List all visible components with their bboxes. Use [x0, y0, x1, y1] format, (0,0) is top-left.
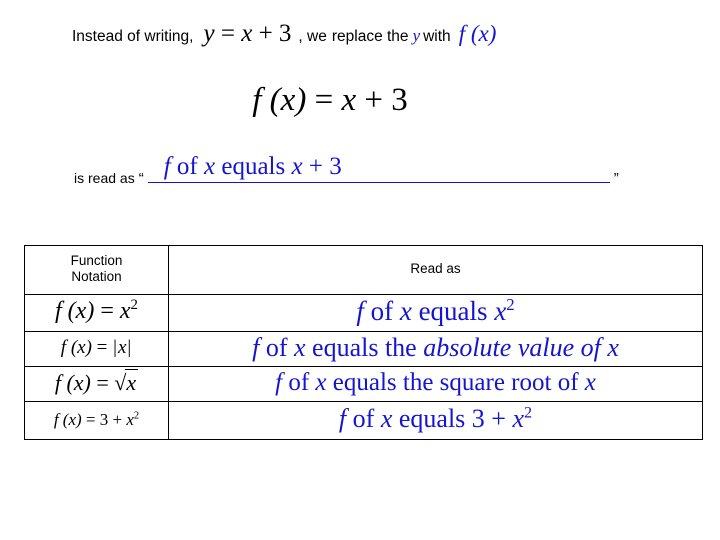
- display-equation-expression: f (x) = x + 3: [252, 82, 407, 118]
- row2-notation-lhs: f (x): [60, 337, 92, 359]
- row4-read-as: f of x equals 3 + x2: [168, 400, 703, 440]
- intro-replaced-symbol: y: [412, 26, 421, 45]
- row2-read-of: of: [265, 332, 288, 362]
- row1-notation-relation: =: [100, 298, 114, 325]
- table-row: f (x) = 3 + x2 f of x equals 3 + x2: [24, 400, 703, 440]
- display-eq-relation: =: [314, 82, 334, 118]
- row4-read-tail-base: x: [512, 403, 525, 433]
- answer-prefix: f: [163, 153, 171, 180]
- row1-read-tail-exponent: 2: [506, 294, 515, 314]
- row3-read-of: of: [288, 368, 310, 396]
- row1-read-tail-base: x: [494, 295, 507, 326]
- intro-equation-y: y = x + 3: [203, 20, 291, 48]
- row1-notation-exponent: 2: [130, 297, 138, 314]
- row2-read-as: f of x equals the absolute value of x: [168, 330, 703, 367]
- row1-read-as: f of x equals x2: [168, 293, 703, 332]
- row4-notation-base: x: [126, 409, 134, 429]
- read-as-prompt: is read as: [74, 170, 135, 186]
- opening-quote-mark: “: [138, 170, 144, 187]
- row4-read-of: of: [352, 403, 375, 433]
- intro-with-text: with: [423, 28, 451, 45]
- row2-notation-relation: =: [96, 337, 108, 359]
- answer-equals-word: equals: [221, 153, 286, 180]
- row4-notation: f (x) = 3 + x2: [24, 400, 169, 440]
- row1-read-equals: equals: [418, 295, 488, 326]
- answer-var: x: [203, 153, 216, 180]
- header-read-as: Read as: [168, 245, 703, 295]
- row3-notation: f (x) = √x: [24, 365, 169, 402]
- answer-rhs-number: 3: [329, 153, 342, 180]
- row2-read-tail-var: x: [607, 332, 619, 362]
- answer-of: of: [176, 153, 198, 180]
- row1-notation: f (x) = x2: [24, 293, 169, 332]
- row3-read-tail-var: x: [584, 368, 596, 396]
- row3-notation-relation: =: [96, 369, 109, 395]
- function-notation-table: Function Notation Read as f (x) = x2 f o…: [24, 245, 703, 440]
- fill-in-blank-answer: f of x equals x + 3: [164, 153, 342, 181]
- closing-quote-mark: ”: [613, 170, 619, 187]
- abs-bar-right: |: [127, 337, 132, 359]
- display-eq-lhs: f (x): [252, 82, 307, 118]
- intro-eq-operator: +: [258, 20, 273, 47]
- row3-read-the: the: [402, 368, 434, 396]
- row3-radicand: x: [125, 368, 139, 395]
- table-header-row: Function Notation Read as: [24, 245, 703, 295]
- row4-read-number: 3: [471, 403, 485, 433]
- row2-notation: f (x) = |x|: [24, 330, 169, 367]
- row1-read-of: of: [370, 295, 394, 326]
- intro-middle-text: replace the: [331, 28, 409, 45]
- row4-notation-relation: =: [85, 409, 96, 429]
- row3-read-phrase: square root of: [439, 368, 579, 396]
- row2-read-emphasis: absolute value of: [423, 332, 601, 362]
- row4-notation-operator: +: [112, 409, 123, 429]
- fill-in-blank[interactable]: f of x equals x + 3: [147, 152, 610, 183]
- header-notation-line1: Function: [70, 253, 123, 268]
- row3-read-as: f of x equals the square root of x: [168, 365, 703, 402]
- display-eq-rhs-number: 3: [391, 82, 408, 118]
- answer-rhs-var: x: [291, 153, 303, 180]
- intro-comma-text: , we: [298, 28, 327, 45]
- row3-read-equals: equals: [332, 368, 397, 396]
- row4-read-equals: equals: [398, 403, 466, 433]
- row3-read-var: x: [315, 368, 327, 396]
- row4-read-var: x: [380, 403, 393, 433]
- row2-read-the: the: [384, 332, 417, 362]
- answer-operator: +: [308, 153, 323, 180]
- intro-eq-rhs-number: 3: [278, 20, 292, 47]
- row2-read-equals: equals: [312, 332, 379, 362]
- intro-eq-rhs-var: x: [241, 20, 253, 47]
- display-eq-rhs-var: x: [341, 82, 357, 118]
- row1-read-var: x: [399, 295, 412, 326]
- table-row: f (x) = √x f of x equals the square root…: [24, 365, 703, 402]
- row4-notation-lhs: f (x): [53, 409, 82, 429]
- intro-lead-text: Instead of writing,: [72, 28, 194, 45]
- row3-notation-lhs: f (x): [54, 369, 91, 395]
- intro-eq-lhs: y: [203, 20, 215, 47]
- row1-notation-lhs: f (x): [55, 298, 95, 325]
- header-function-notation: Function Notation: [24, 245, 169, 295]
- row2-read-var: x: [293, 332, 306, 362]
- row4-read-operator: +: [491, 403, 506, 433]
- square-root-icon: √x: [114, 368, 139, 396]
- read-as-line: is read as “ f of x equals x + 3 ”: [74, 152, 694, 196]
- intro-line: Instead of writing, y = x + 3 , we repla…: [72, 20, 692, 60]
- row1-read-prefix: f: [356, 295, 364, 326]
- row4-read-tail-exponent: 2: [524, 404, 533, 422]
- intro-replacement-symbol: f (x): [458, 21, 497, 46]
- header-notation-line2: Notation: [71, 269, 122, 285]
- display-eq-operator: +: [364, 82, 383, 118]
- row4-notation-number: 3: [99, 409, 109, 429]
- table-row: f (x) = x2 f of x equals x2: [24, 293, 703, 332]
- table-row: f (x) = |x| f of x equals the absolute v…: [24, 330, 703, 367]
- row4-notation-exponent: 2: [133, 410, 140, 422]
- row1-notation-base: x: [119, 298, 131, 325]
- row2-absolute-value: |x|: [112, 337, 132, 358]
- intro-eq-relation: =: [220, 20, 235, 47]
- display-equation: f (x) = x + 3: [0, 80, 660, 119]
